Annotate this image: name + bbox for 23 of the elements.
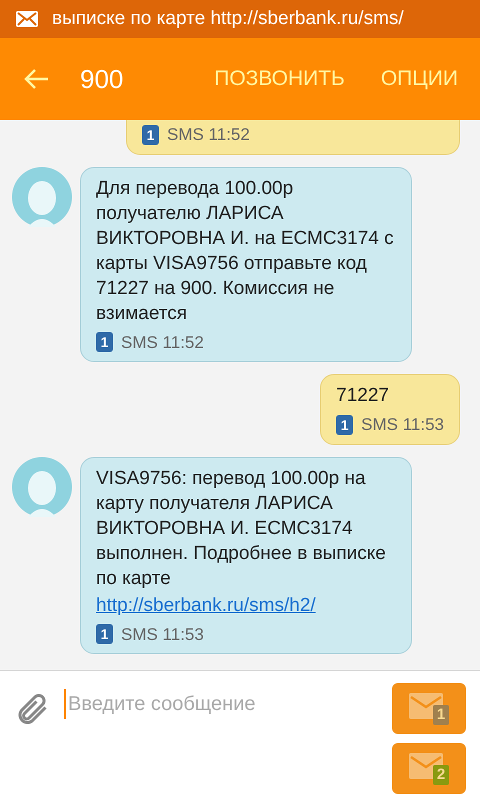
message-text: VISA9756: перевод 100.00р на карту получателя ЛАРИСА ВИКТОРОВНА И. ЕСМС3174 выполнен. Подробнее в выписке по карте	[96, 466, 387, 590]
app-bar-action[interactable]: ОПЦИИ	[380, 63, 458, 95]
envelope-icon	[16, 11, 38, 27]
sim-badge: 1	[96, 332, 113, 352]
contact-title: 900	[80, 62, 124, 96]
sim-badge: 1	[96, 624, 113, 644]
message-meta: SMS 11:52	[121, 332, 204, 354]
message-input[interactable]: Введите сообщение	[64, 689, 384, 719]
message-meta: SMS 11:53	[121, 624, 204, 646]
message-link[interactable]: http://sberbank.ru/sms/h2/	[96, 592, 396, 618]
notification-text: выписке по карте http://sberbank.ru/sms/	[52, 6, 404, 31]
sim-badge: 1	[142, 124, 159, 145]
message-meta: SMS 11:53	[361, 414, 444, 436]
message-text: 71227	[336, 384, 390, 408]
send-button[interactable]: 2	[392, 743, 466, 794]
message-meta: SMS 11:52	[167, 124, 250, 146]
sim-badge: 1	[336, 414, 354, 435]
back-arrow-icon	[23, 68, 49, 90]
avatar-icon	[12, 166, 72, 226]
send-button[interactable]: 1	[392, 683, 466, 734]
avatar-icon	[12, 456, 72, 516]
message-text: Для перевода 100.00р получателю ЛАРИСА ВИКТОРОВНА И. на ЕСМС3174 с карты VISA9756 отправьте код 71227 на 900. Комиссия не взимается	[96, 176, 395, 326]
app-bar-action[interactable]: ПОЗВОНИТЬ	[214, 63, 345, 95]
